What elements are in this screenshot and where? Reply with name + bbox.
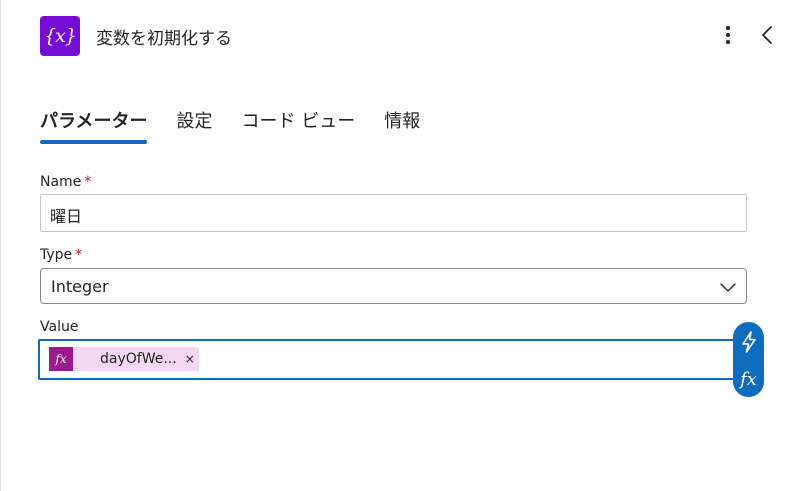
remove-token-icon[interactable]: × — [185, 352, 195, 366]
tab-code-view[interactable]: コード ビュー — [241, 103, 355, 145]
type-label: Type * — [40, 247, 83, 263]
name-input[interactable]: 曜日 — [40, 194, 747, 232]
expression-fx-icon[interactable]: fx — [733, 364, 764, 394]
type-dropdown[interactable]: Integer — [40, 268, 747, 304]
tab-parameters[interactable]: パラメーター — [40, 103, 148, 145]
action-header: {x} 変数を初期化する — [40, 15, 232, 57]
tab-about[interactable]: 情報 — [384, 103, 420, 145]
more-options-icon[interactable] — [718, 24, 738, 48]
token-text: dayOfWe... — [100, 351, 177, 367]
name-label: Name * — [40, 174, 92, 190]
value-label: Value — [40, 319, 79, 335]
action-title: 変数を初期化する — [96, 28, 232, 49]
function-icon: fx — [49, 347, 73, 371]
expression-token[interactable]: fx dayOfWe... × — [49, 347, 199, 371]
required-indicator: * — [84, 174, 92, 190]
panel-left-border — [0, 0, 1, 491]
lightning-icon[interactable] — [733, 327, 764, 357]
chevron-down-icon — [720, 279, 736, 293]
chevron-left-icon[interactable] — [758, 23, 778, 47]
tab-settings[interactable]: 設定 — [176, 103, 212, 145]
variable-icon: {x} — [40, 16, 80, 56]
required-indicator: * — [75, 247, 83, 263]
type-selected-value: Integer — [51, 277, 109, 296]
tab-bar: パラメーター 設定 コード ビュー 情報 — [40, 103, 449, 145]
value-input[interactable]: fx dayOfWe... × — [38, 339, 747, 380]
insert-content-pill: fx — [733, 322, 764, 397]
